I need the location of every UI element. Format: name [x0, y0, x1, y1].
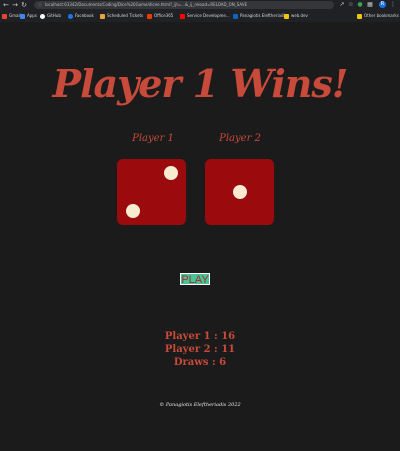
- bookmark-item[interactable]: Gmail: [2, 12, 21, 20]
- profile-avatar[interactable]: R: [379, 1, 386, 8]
- gmail-icon: [2, 13, 7, 19]
- share-icon[interactable]: ↗: [338, 1, 346, 9]
- info-icon[interactable]: ⓘ: [38, 2, 42, 7]
- footer-copyright: © Panagiotis Eleftheriadis 2022: [159, 402, 241, 408]
- bookmark-item[interactable]: Office365: [147, 12, 173, 20]
- other-bookmarks[interactable]: Other bookmarks: [357, 12, 399, 20]
- extension-icon[interactable]: ●: [356, 1, 364, 9]
- folder-icon: [357, 13, 362, 19]
- player-1-label: Player 1: [132, 133, 174, 144]
- address-bar[interactable]: ⓘ localhost:63342/Documents/Coding/Dice%2…: [34, 1, 334, 9]
- dice-pip: [126, 204, 140, 218]
- linkedin-icon: [233, 13, 238, 19]
- player-2-label: Player 2: [219, 133, 261, 144]
- extensions-puzzle-icon[interactable]: ▦: [366, 1, 374, 9]
- youtube-icon: [180, 13, 185, 19]
- dice-pip: [164, 166, 178, 180]
- bookmark-item[interactable]: Service Developme...: [180, 12, 230, 20]
- play-button[interactable]: PLAY: [180, 273, 210, 286]
- browser-chrome: ← → ↻ ⓘ localhost:63342/Documents/Coding/…: [0, 0, 400, 22]
- bookmark-item[interactable]: GitHub: [40, 12, 61, 20]
- browser-toolbar: ← → ↻ ⓘ localhost:63342/Documents/Coding/…: [0, 0, 400, 10]
- bookmark-item[interactable]: web.dev: [284, 12, 308, 20]
- back-icon[interactable]: ←: [2, 1, 10, 9]
- bookmark-item[interactable]: Apps: [20, 12, 37, 20]
- bookmark-item[interactable]: Facebook: [68, 12, 94, 20]
- facebook-icon: [68, 13, 73, 19]
- forward-icon[interactable]: →: [11, 1, 19, 9]
- player-2-score: Player 2 : 11: [164, 344, 236, 355]
- bookmark-star-icon[interactable]: ☆: [347, 1, 355, 9]
- office-icon: [147, 13, 152, 19]
- github-icon: [40, 13, 45, 19]
- dice-pip: [233, 185, 247, 199]
- player-2-dice: [205, 159, 274, 225]
- tickets-icon: [100, 13, 105, 19]
- bookmarks-bar: Gmail Apps GitHub Facebook Scheduled Tic…: [0, 11, 400, 21]
- menu-icon[interactable]: ⋮: [389, 1, 397, 9]
- reload-icon[interactable]: ↻: [20, 1, 28, 9]
- bookmark-item[interactable]: Panagiotis Eleftheriadi...: [233, 12, 288, 20]
- bookmark-item[interactable]: Scheduled Tickets: [100, 12, 143, 20]
- webdev-icon: [284, 13, 289, 19]
- apps-icon: [20, 13, 25, 19]
- address-text: localhost:63342/Documents/Coding/Dice%20…: [45, 2, 248, 7]
- page-title: Player 1 Wins!: [52, 61, 349, 106]
- player-1-dice: [117, 159, 186, 225]
- player-1-score: Player 1 : 16: [164, 331, 236, 342]
- draws-score: Draws : 6: [173, 357, 227, 368]
